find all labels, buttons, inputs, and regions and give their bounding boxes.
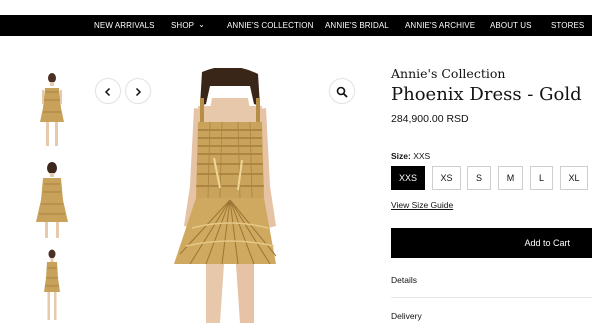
next-image-button[interactable] — [125, 78, 151, 104]
size-label-heading: Size: — [391, 151, 411, 161]
main-product-image — [150, 66, 310, 323]
dress-image — [174, 66, 277, 323]
thumbnail-image — [40, 73, 64, 146]
main-nav: NEW ARRIVALS SHOP ⌄ ANNIE'S COLLECTION AN… — [0, 15, 592, 36]
nav-about-us[interactable]: ABOUT US — [490, 15, 532, 36]
details-accordion[interactable]: Details — [391, 275, 592, 285]
chevron-left-icon — [104, 87, 111, 97]
chevron-down-icon: ⌄ — [198, 20, 205, 29]
thumbnail-image — [44, 249, 60, 320]
thumbnail-3[interactable] — [28, 248, 76, 323]
delivery-accordion[interactable]: Delivery — [391, 311, 592, 321]
nav-shop-label: SHOP — [171, 21, 195, 30]
size-option-m[interactable]: M — [498, 166, 523, 190]
prev-image-button[interactable] — [95, 78, 121, 104]
product-brand[interactable]: Annie's Collection — [391, 66, 505, 81]
top-strip — [0, 0, 592, 15]
zoom-button[interactable] — [329, 78, 355, 104]
size-option-xs[interactable]: XS — [432, 166, 461, 190]
thumbnail-image — [36, 162, 68, 238]
nav-stores[interactable]: STORES — [551, 15, 584, 36]
nav-annies-archive[interactable]: ANNIE'S ARCHIVE — [405, 15, 475, 36]
size-option-xl[interactable]: XL — [560, 166, 588, 190]
thumbnail-2[interactable] — [28, 160, 76, 240]
nav-new-arrivals[interactable]: NEW ARRIVALS — [94, 15, 155, 36]
nav-shop[interactable]: SHOP ⌄ — [171, 15, 205, 36]
size-option-xxs[interactable]: XXS — [391, 166, 425, 190]
size-option-l[interactable]: L — [530, 166, 553, 190]
add-to-cart-button[interactable]: Add to Cart — [391, 228, 592, 258]
chevron-right-icon — [135, 87, 142, 97]
nav-annies-collection[interactable]: ANNIE'S COLLECTION — [227, 15, 313, 36]
selected-size-value: XXS — [413, 151, 431, 161]
section-divider — [391, 297, 592, 298]
nav-annies-bridal[interactable]: ANNIE'S BRIDAL — [325, 15, 389, 36]
product-price: 284,900.00 RSD — [391, 113, 469, 125]
product-title: Phoenix Dress - Gold — [391, 84, 582, 105]
thumbnail-1[interactable] — [28, 72, 76, 152]
size-label: Size: XXS — [391, 151, 430, 161]
magnifier-icon — [336, 86, 348, 98]
size-option-s[interactable]: S — [467, 166, 491, 190]
size-guide-link[interactable]: View Size Guide — [391, 200, 453, 210]
